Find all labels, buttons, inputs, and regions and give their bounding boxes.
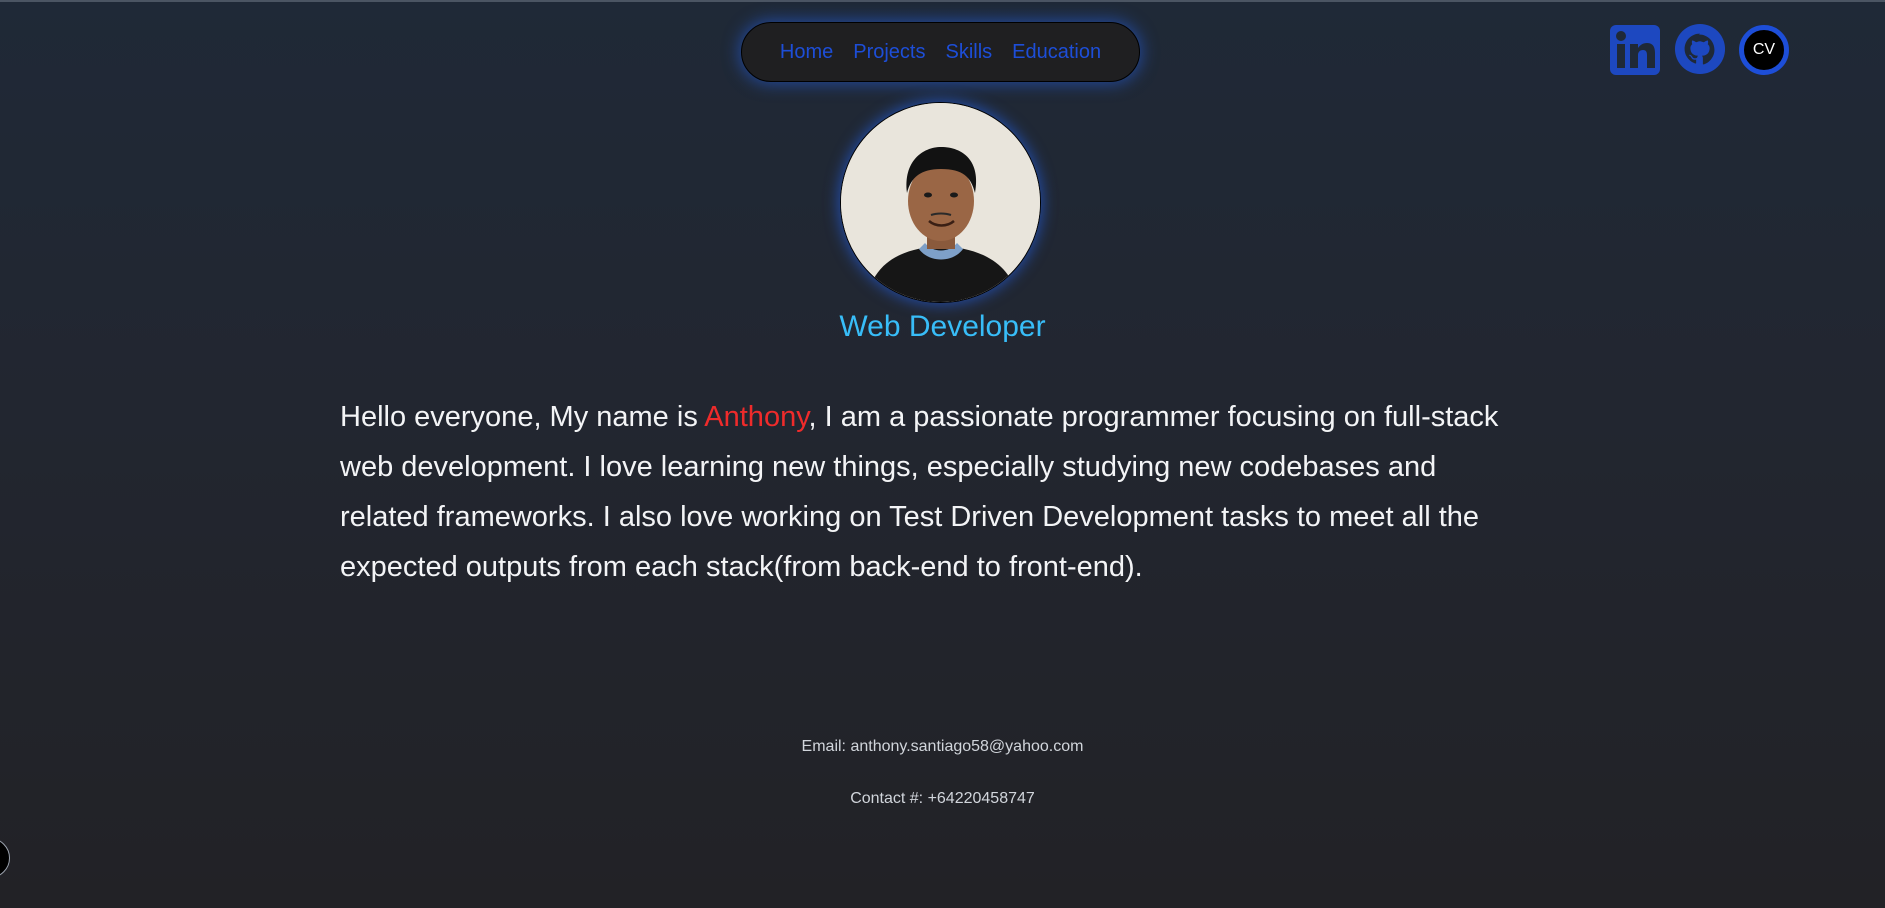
cv-button[interactable]: CV: [1739, 25, 1789, 75]
nav-projects[interactable]: Projects: [853, 41, 925, 64]
top-border: [0, 0, 1885, 2]
footer-contact: Contact #: +64220458747: [850, 790, 1035, 807]
bio-intro: Hello everyone, My name is: [340, 401, 705, 433]
scroll-button[interactable]: [0, 838, 10, 878]
bio-paragraph: Hello everyone, My name is Anthony, I am…: [340, 392, 1520, 592]
nav-home[interactable]: Home: [780, 41, 833, 64]
nav-skills[interactable]: Skills: [945, 41, 992, 64]
footer-email: Email: anthony.santiago58@yahoo.com: [801, 738, 1084, 755]
github-icon[interactable]: [1673, 23, 1727, 75]
bio-name-highlight: Anthony: [704, 401, 809, 433]
nav-education[interactable]: Education: [1012, 41, 1101, 64]
main-nav: Home Projects Skills Education: [741, 22, 1140, 82]
profile-photo: [841, 103, 1040, 302]
role-title: Web Developer: [839, 310, 1046, 343]
profile-avatar: [840, 102, 1041, 303]
linkedin-icon[interactable]: [1610, 24, 1660, 76]
